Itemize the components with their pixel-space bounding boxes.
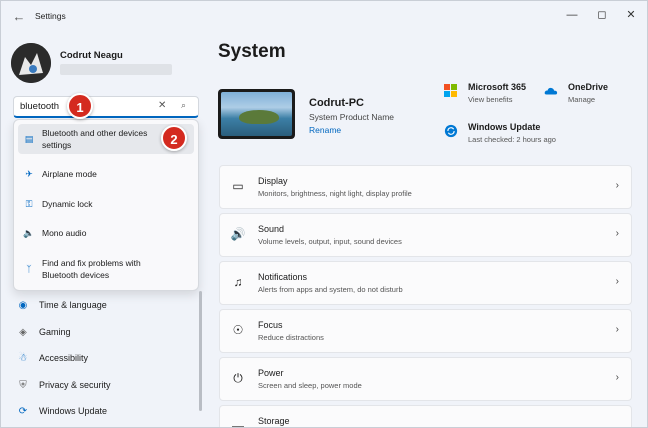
- pc-model: System Product Name: [309, 112, 395, 122]
- gamepad-icon: ◈: [19, 326, 27, 338]
- card-title: Storage: [258, 416, 290, 426]
- search-result-label: Dynamic lock: [42, 199, 93, 209]
- quick-link-title: OneDrive: [568, 82, 609, 92]
- settings-window: ← Settings — ◻ ✕ Codrut Neagu bluetooth …: [0, 0, 648, 428]
- quick-link-microsoft-365[interactable]: Microsoft 365 View benefits: [444, 82, 554, 108]
- sidebar-item-time-language[interactable]: ◉ Time & language: [15, 294, 197, 316]
- speaker-icon: 🔈: [23, 227, 35, 238]
- avatar[interactable]: [11, 43, 51, 83]
- clear-icon[interactable]: ✕: [158, 100, 166, 111]
- quick-link-subtitle: Manage: [568, 95, 596, 104]
- title-bar: ← Settings — ◻ ✕: [1, 1, 647, 33]
- devices-icon: ▤: [24, 133, 34, 144]
- microsoft-365-icon: [444, 84, 458, 98]
- power-icon: ⏻: [233, 371, 243, 385]
- airplane-icon: ✈: [25, 168, 33, 179]
- minimize-icon[interactable]: —: [558, 5, 586, 25]
- card-subtitle: Volume levels, output, input, sound devi…: [258, 237, 402, 246]
- search-result-mono-audio[interactable]: 🔈 Mono audio: [18, 221, 194, 245]
- chevron-right-icon: ›: [615, 372, 619, 383]
- quick-link-windows-update[interactable]: Windows Update Last checked: 2 hours ago: [444, 122, 594, 148]
- card-subtitle: Alerts from apps and system, do not dist…: [258, 285, 403, 294]
- quick-link-onedrive[interactable]: OneDrive Manage: [544, 82, 634, 108]
- app-title: Settings: [35, 11, 66, 21]
- sidebar-item-label: Gaming: [39, 327, 71, 337]
- card-title: Notifications: [258, 272, 308, 282]
- windows-update-icon: [444, 124, 458, 138]
- settings-card-focus[interactable]: ☉ Focus Reduce distractions ›: [219, 309, 632, 353]
- search-result-label: Bluetooth and other devices settings: [42, 128, 148, 150]
- search-result-dynamic-lock[interactable]: ⚿ Dynamic lock: [18, 192, 194, 216]
- sidebar-item-accessibility[interactable]: ☃ Accessibility: [15, 347, 197, 369]
- settings-card-storage[interactable]: ▬ Storage: [219, 405, 632, 428]
- sidebar-item-windows-update[interactable]: ⟳ Windows Update: [15, 400, 197, 422]
- search-result-airplane-mode[interactable]: ✈ Airplane mode: [18, 162, 194, 186]
- settings-card-sound[interactable]: 🔊 Sound Volume levels, output, input, so…: [219, 213, 632, 257]
- bell-icon: ♫: [233, 275, 243, 289]
- focus-icon: ☉: [232, 323, 244, 337]
- quick-link-title: Windows Update: [468, 122, 541, 132]
- search-result-bluetooth-troubleshoot[interactable]: ᛉ Find and fix problems with Bluetooth d…: [18, 254, 194, 284]
- display-icon: ▭: [232, 179, 244, 193]
- card-subtitle: Reduce distractions: [258, 333, 324, 342]
- device-wallpaper-thumbnail: [218, 89, 295, 139]
- chevron-right-icon: ›: [615, 324, 619, 335]
- sidebar-item-label: Time & language: [39, 300, 107, 310]
- chevron-right-icon: ›: [615, 180, 619, 191]
- rename-link[interactable]: Rename: [309, 125, 341, 135]
- sidebar-item-gaming[interactable]: ◈ Gaming: [15, 321, 197, 343]
- close-icon[interactable]: ✕: [617, 5, 645, 25]
- search-input-value: bluetooth: [20, 101, 60, 112]
- quick-link-title: Microsoft 365: [468, 82, 527, 92]
- accessibility-icon: ☃: [18, 352, 28, 364]
- shield-icon: ⛨: [19, 379, 27, 391]
- settings-card-display[interactable]: ▭ Display Monitors, brightness, night li…: [219, 165, 632, 209]
- bluetooth-icon: ᛉ: [26, 264, 32, 274]
- sound-icon: 🔊: [230, 227, 246, 241]
- search-icon[interactable]: ⌕: [181, 100, 186, 111]
- callout-1: 1: [67, 93, 93, 119]
- card-title: Display: [258, 176, 288, 186]
- back-arrow-icon[interactable]: ←: [9, 7, 29, 27]
- search-result-label: Airplane mode: [42, 169, 97, 179]
- card-title: Power: [258, 368, 284, 378]
- key-icon: ⚿: [25, 198, 33, 209]
- card-subtitle: Monitors, brightness, night light, displ…: [258, 189, 412, 198]
- chevron-right-icon: ›: [615, 276, 619, 287]
- card-subtitle: Screen and sleep, power mode: [258, 381, 362, 390]
- update-icon: ⟳: [18, 405, 28, 417]
- search-result-label: Mono audio: [42, 228, 87, 238]
- settings-card-notifications[interactable]: ♫ Notifications Alerts from apps and sys…: [219, 261, 632, 305]
- card-title: Focus: [258, 320, 283, 330]
- user-email-redacted: [60, 64, 172, 75]
- sidebar-item-label: Accessibility: [39, 353, 89, 363]
- onedrive-icon: [544, 87, 558, 95]
- card-title: Sound: [258, 224, 285, 234]
- chevron-right-icon: ›: [615, 228, 619, 239]
- pc-name: Codrut-PC: [309, 97, 364, 109]
- sidebar-item-label: Privacy & security: [39, 380, 111, 390]
- sidebar-scrollbar[interactable]: [199, 291, 202, 411]
- search-input[interactable]: bluetooth ✕ ⌕: [13, 96, 199, 118]
- settings-card-power[interactable]: ⏻ Power Screen and sleep, power mode ›: [219, 357, 632, 401]
- storage-icon: ▬: [232, 419, 244, 428]
- quick-link-subtitle: Last checked: 2 hours ago: [468, 135, 556, 144]
- maximize-icon[interactable]: ◻: [588, 5, 616, 25]
- globe-icon: ◉: [18, 299, 28, 311]
- sidebar-item-privacy-security[interactable]: ⛨ Privacy & security: [15, 374, 197, 396]
- search-result-label: Find and fix problems with Bluetooth dev…: [42, 258, 141, 280]
- quick-link-subtitle: View benefits: [468, 95, 513, 104]
- user-name: Codrut Neagu: [60, 50, 123, 61]
- page-title: System: [218, 41, 286, 62]
- sidebar-item-label: Windows Update: [39, 406, 108, 416]
- callout-2: 2: [161, 125, 187, 151]
